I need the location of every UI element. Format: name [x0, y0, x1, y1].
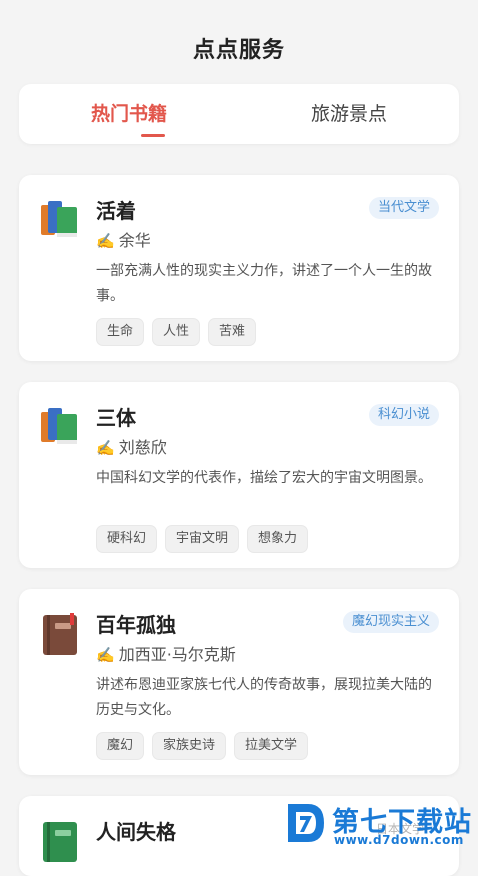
tag-list: 硬科幻 宇宙文明 想象力: [96, 525, 309, 553]
book-card[interactable]: 百年孤独 魔幻现实主义 ✍️ 加西亚·马尔克斯 讲述布恩迪亚家族七代人的传奇故事，…: [19, 589, 459, 775]
book-card[interactable]: 三体 科幻小说 ✍️ 刘慈欣 中国科幻文学的代表作，描绘了宏大的宇宙文明图景。 硬…: [19, 382, 459, 568]
books-stack-icon: [41, 201, 77, 237]
book-title: 百年孤独: [96, 613, 176, 637]
book-description: 中国科幻文学的代表作，描绘了宏大的宇宙文明图景。: [96, 470, 432, 486]
tag[interactable]: 想象力: [247, 525, 309, 553]
author-name: 加西亚·马尔克斯: [118, 645, 236, 664]
book-description: 讲述布恩迪亚家族七代人的传奇故事，展现拉美大陆的历史与文化。: [96, 677, 432, 718]
active-tab-indicator: [141, 134, 165, 137]
green-book-icon: [43, 822, 77, 862]
book-title: 人间失格: [96, 820, 176, 844]
category-badge: 当代文学: [368, 197, 439, 219]
tag-list: 生命 人性 苦难: [96, 318, 257, 346]
watermark-url: www.d7down.com: [334, 833, 464, 847]
books-stack-icon: [41, 408, 77, 444]
writing-hand-icon: ✍️: [96, 646, 115, 664]
author-line: ✍️ 加西亚·马尔克斯: [96, 641, 236, 665]
book-card[interactable]: 活着 当代文学 ✍️ 余华 一部充满人性的现实主义力作，讲述了一个人一生的故事。 …: [19, 175, 459, 361]
tag[interactable]: 家族史诗: [152, 732, 227, 760]
tag[interactable]: 人性: [152, 318, 201, 346]
tag[interactable]: 硬科幻: [96, 525, 158, 553]
tag[interactable]: 宇宙文明: [165, 525, 240, 553]
tag[interactable]: 拉美文学: [234, 732, 309, 760]
writing-hand-icon: ✍️: [96, 232, 115, 250]
book-description: 一部充满人性的现实主义力作，讲述了一个人一生的故事。: [96, 263, 432, 304]
site-watermark: 日本文学 第七下载站 www.d7down.com: [284, 800, 478, 850]
tag-list: 魔幻 家族史诗 拉美文学: [96, 732, 309, 760]
tag[interactable]: 生命: [96, 318, 145, 346]
category-badge: 魔幻现实主义: [342, 611, 439, 633]
book-title: 三体: [96, 406, 136, 430]
tag[interactable]: 魔幻: [96, 732, 145, 760]
tab-bar: 热门书籍 旅游景点: [19, 84, 459, 144]
author-name: 刘慈欣: [118, 438, 167, 457]
writing-hand-icon: ✍️: [96, 439, 115, 457]
tab-hot-books[interactable]: 热门书籍: [19, 84, 239, 144]
tab-tourist-spots[interactable]: 旅游景点: [239, 84, 459, 144]
author-line: ✍️ 余华: [96, 227, 151, 251]
book-title: 活着: [96, 199, 136, 223]
tag[interactable]: 苦难: [208, 318, 257, 346]
page-title: 点点服务: [192, 38, 285, 63]
author-name: 余华: [118, 231, 151, 250]
author-line: ✍️ 刘慈欣: [96, 434, 167, 458]
brown-book-icon: [43, 613, 77, 655]
category-badge: 科幻小说: [368, 404, 439, 426]
d7-logo-icon: [288, 804, 324, 842]
